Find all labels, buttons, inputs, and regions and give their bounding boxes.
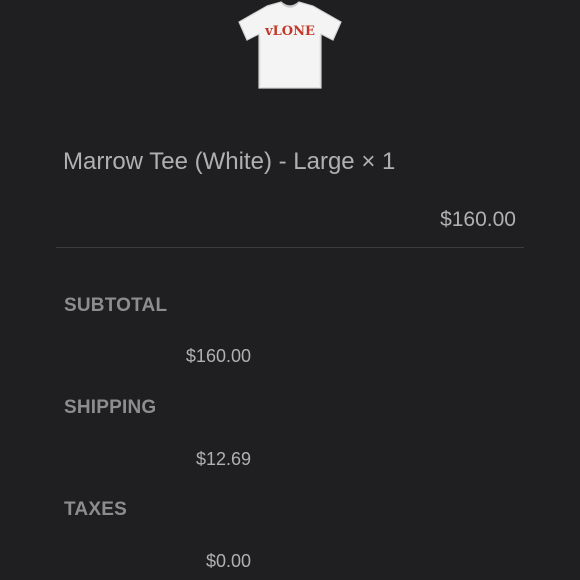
taxes-label: TAXES <box>64 499 127 520</box>
svg-text:vLONE: vLONE <box>264 24 315 39</box>
shipping-label: SHIPPING <box>64 397 157 418</box>
divider <box>56 247 524 248</box>
product-price: $160.00 <box>440 208 516 231</box>
subtotal-value: $160.00 <box>185 346 251 366</box>
taxes-value: $0.00 <box>205 551 251 571</box>
tshirt-icon: vLONE <box>238 1 342 89</box>
product-title: Marrow Tee (White) - Large × 1 <box>63 148 396 175</box>
subtotal-label: SUBTOTAL <box>64 295 168 316</box>
product-image: vLONE <box>237 0 343 92</box>
shipping-value: $12.69 <box>195 449 251 469</box>
